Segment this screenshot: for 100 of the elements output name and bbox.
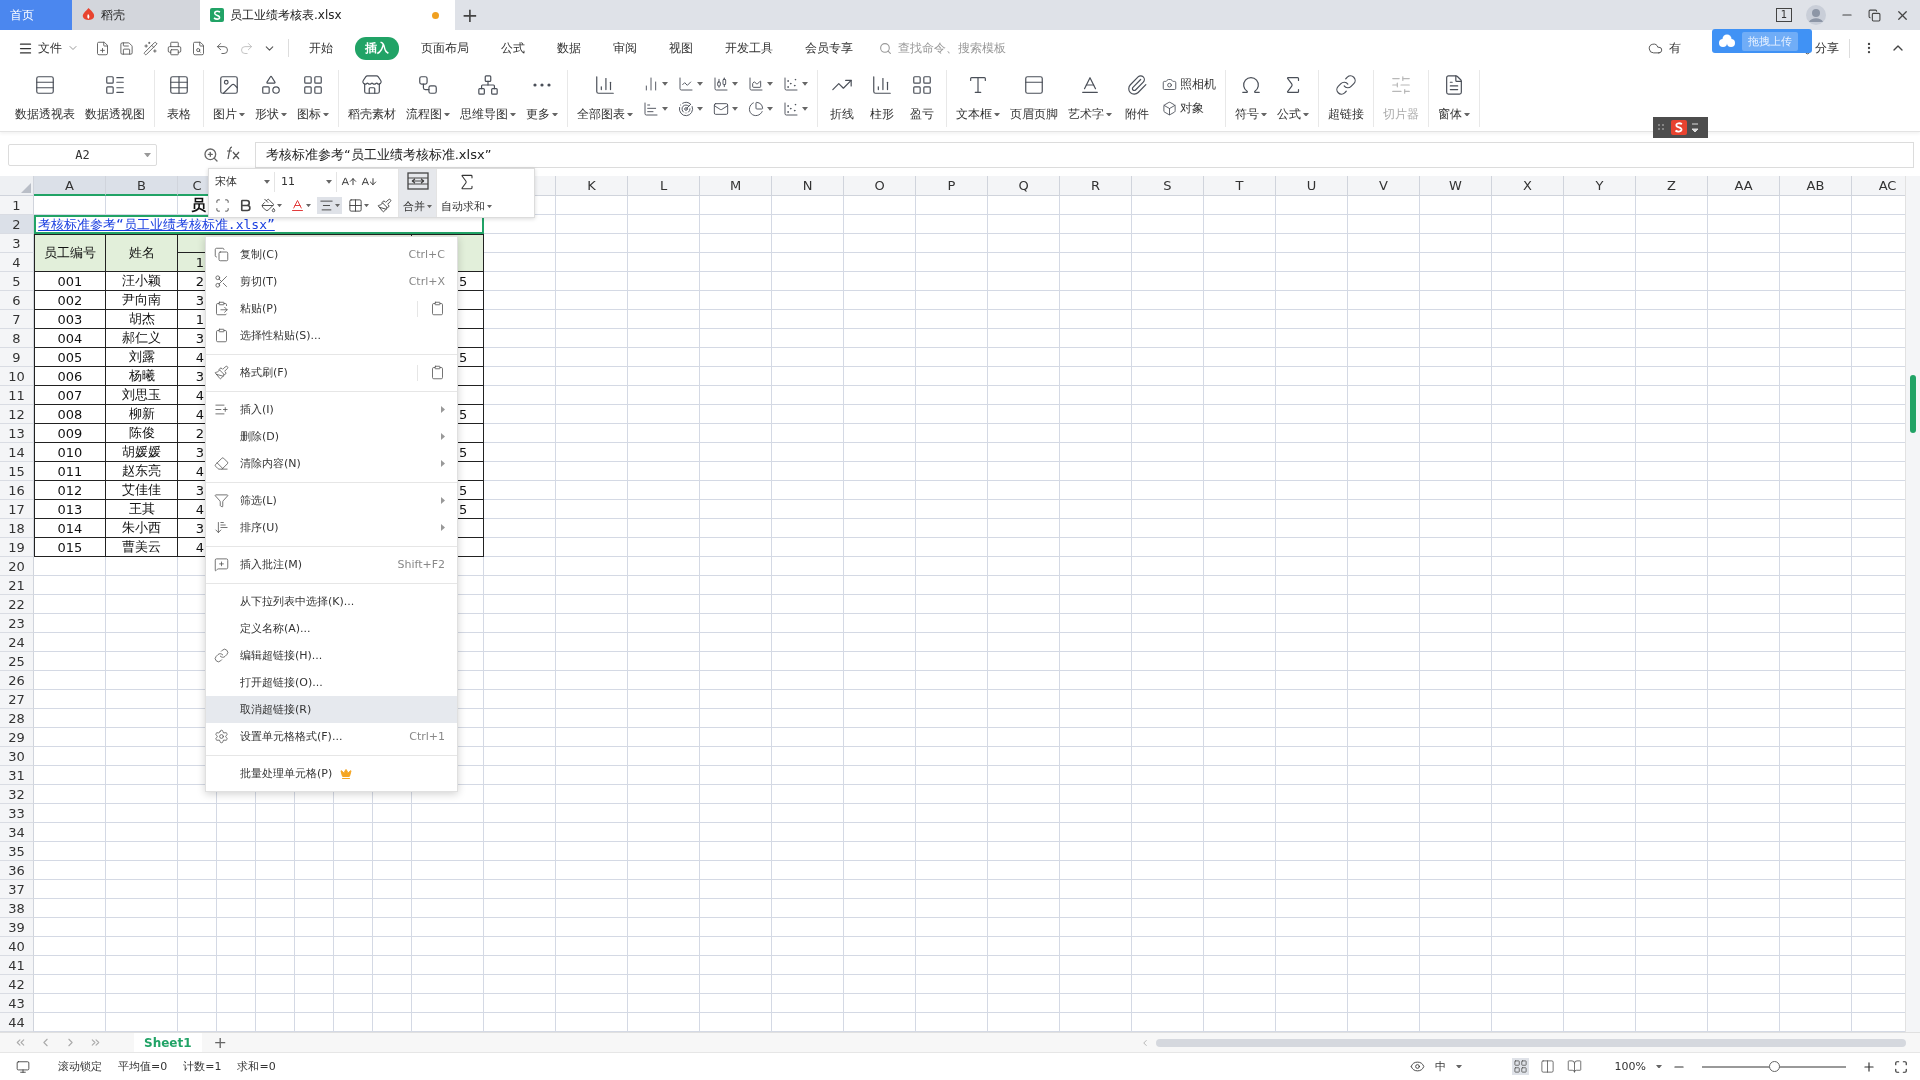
column-header[interactable]: Q (988, 176, 1060, 196)
ribbon-button[interactable]: 稻壳素材 (345, 70, 399, 127)
column-header[interactable]: N (772, 176, 844, 196)
menu-item[interactable]: 设置单元格格式(F)... Ctrl+1 (206, 723, 457, 750)
ribbon-button[interactable]: 公式 (1274, 70, 1312, 127)
ribbon-button[interactable]: 对象 (1159, 98, 1219, 120)
column-header[interactable]: O (844, 176, 916, 196)
column-header[interactable]: Y (1564, 176, 1636, 196)
column-header[interactable]: Z (1636, 176, 1708, 196)
ribbon-button[interactable]: 数据透视图 (82, 70, 148, 127)
row-header[interactable]: 2 (0, 215, 34, 234)
row-header[interactable]: 40 (0, 937, 34, 956)
row-header[interactable]: 42 (0, 975, 34, 994)
row-header[interactable]: 10 (0, 367, 34, 386)
column-header[interactable]: P (916, 176, 988, 196)
row-header[interactable]: 39 (0, 918, 34, 937)
new-tab-button[interactable]: + (455, 0, 485, 30)
ribbon-button[interactable]: 折线 (824, 70, 860, 127)
ribbon-button[interactable]: 附件 (1119, 70, 1155, 127)
column-header[interactable]: K (556, 176, 628, 196)
row-header[interactable]: 5 (0, 272, 34, 291)
ribbon-button[interactable]: 数据透视表 (12, 70, 78, 127)
input-mode[interactable]: 中 (1434, 1059, 1446, 1074)
ribbon-button[interactable]: 窗体 (1435, 70, 1473, 127)
ribbon-button[interactable]: 文本框 (953, 70, 1003, 127)
row-header[interactable]: 32 (0, 785, 34, 804)
ribbon-button[interactable]: 盈亏 (904, 70, 940, 127)
row-header[interactable]: 3 (0, 234, 34, 253)
row-header[interactable]: 37 (0, 880, 34, 899)
row-header[interactable]: 15 (0, 462, 34, 481)
file-menu[interactable]: 文件 (12, 39, 85, 57)
row-header[interactable]: 4 (0, 253, 34, 272)
menu-item[interactable]: 打开超链接(O)... (206, 669, 457, 696)
row-header[interactable]: 16 (0, 481, 34, 500)
row-header[interactable]: 27 (0, 690, 34, 709)
add-sheet-button[interactable]: + (213, 1033, 227, 1052)
row-header[interactable]: 34 (0, 823, 34, 842)
ribbon-button[interactable]: 形状 (252, 70, 290, 127)
ribbon-tab[interactable]: 视图 (659, 36, 703, 60)
ribbon-button[interactable]: 图标 (294, 70, 332, 127)
row-header[interactable]: 6 (0, 291, 34, 310)
column-header[interactable]: V (1348, 176, 1420, 196)
row-header[interactable]: 19 (0, 538, 34, 557)
row-header[interactable]: 14 (0, 443, 34, 462)
ribbon-tab[interactable]: 会员专享 (795, 36, 863, 60)
row-header[interactable]: 9 (0, 348, 34, 367)
row-header[interactable]: 36 (0, 861, 34, 880)
row-header[interactable]: 1 (0, 196, 34, 215)
row-header[interactable]: 22 (0, 595, 34, 614)
menu-item[interactable]: 从下拉列表中选择(K)... (206, 588, 457, 615)
ribbon-button[interactable]: 全部图表 (574, 70, 636, 127)
column-header[interactable]: L (628, 176, 700, 196)
ribbon-tab[interactable]: 数据 (547, 36, 591, 60)
row-header[interactable]: 11 (0, 386, 34, 405)
ribbon-button[interactable]: 页眉页脚 (1007, 70, 1061, 127)
column-header[interactable]: S (1132, 176, 1204, 196)
ribbon-button[interactable]: 更多 (523, 70, 561, 127)
row-header[interactable]: 38 (0, 899, 34, 918)
row-header[interactable]: 25 (0, 652, 34, 671)
column-header[interactable]: AA (1708, 176, 1780, 196)
menu-item[interactable]: 编辑超链接(H)... (206, 642, 457, 669)
hyperlink[interactable]: 考核标准参考“员工业绩考核标准.xlsx” (38, 215, 275, 234)
row-header[interactable]: 35 (0, 842, 34, 861)
column-header[interactable]: A (34, 176, 106, 196)
row-header[interactable]: 12 (0, 405, 34, 424)
column-header[interactable]: T (1204, 176, 1276, 196)
row-header[interactable]: 33 (0, 804, 34, 823)
row-header[interactable]: 31 (0, 766, 34, 785)
row-header[interactable]: 41 (0, 956, 34, 975)
ribbon-button[interactable]: 柱形 (864, 70, 900, 127)
ribbon-button[interactable]: 照相机 (1159, 73, 1219, 95)
column-header[interactable]: X (1492, 176, 1564, 196)
row-header[interactable]: 13 (0, 424, 34, 443)
ribbon-tab[interactable]: 公式 (491, 36, 535, 60)
column-header[interactable]: AC (1852, 176, 1905, 196)
row-header[interactable]: 30 (0, 747, 34, 766)
column-header[interactable]: R (1060, 176, 1132, 196)
column-header[interactable]: M (700, 176, 772, 196)
menu-item[interactable]: 取消超链接(R) (206, 696, 457, 723)
column-header[interactable]: U (1276, 176, 1348, 196)
row-header[interactable]: 29 (0, 728, 34, 747)
column-header[interactable]: W (1420, 176, 1492, 196)
row-header[interactable]: 18 (0, 519, 34, 538)
row-header[interactable]: 26 (0, 671, 34, 690)
ribbon-button[interactable]: 表格 (161, 70, 197, 127)
zoom-level[interactable]: 100% (1614, 1060, 1646, 1073)
ribbon-button[interactable]: 符号 (1232, 70, 1270, 127)
autosum-button[interactable]: 自动求和 (436, 169, 496, 217)
formula-field[interactable]: 考核标准参考“员工业绩考核标准.xlsx” (255, 142, 1914, 168)
row-header[interactable]: 17 (0, 500, 34, 519)
column-header[interactable]: AB (1780, 176, 1852, 196)
window-count[interactable]: 1 (1775, 8, 1792, 22)
menu-item[interactable]: 定义名称(A)... (206, 615, 457, 642)
font-select[interactable]: 宋体 (213, 171, 275, 192)
row-header[interactable]: 20 (0, 557, 34, 576)
scroll-lock-status[interactable]: 滚动锁定 (58, 1059, 102, 1074)
ribbon-button[interactable]: 图片 (210, 70, 248, 127)
row-header[interactable]: 23 (0, 614, 34, 633)
document-tab[interactable]: 员工业绩考核表.xlsx (200, 0, 455, 30)
row-header[interactable]: 8 (0, 329, 34, 348)
